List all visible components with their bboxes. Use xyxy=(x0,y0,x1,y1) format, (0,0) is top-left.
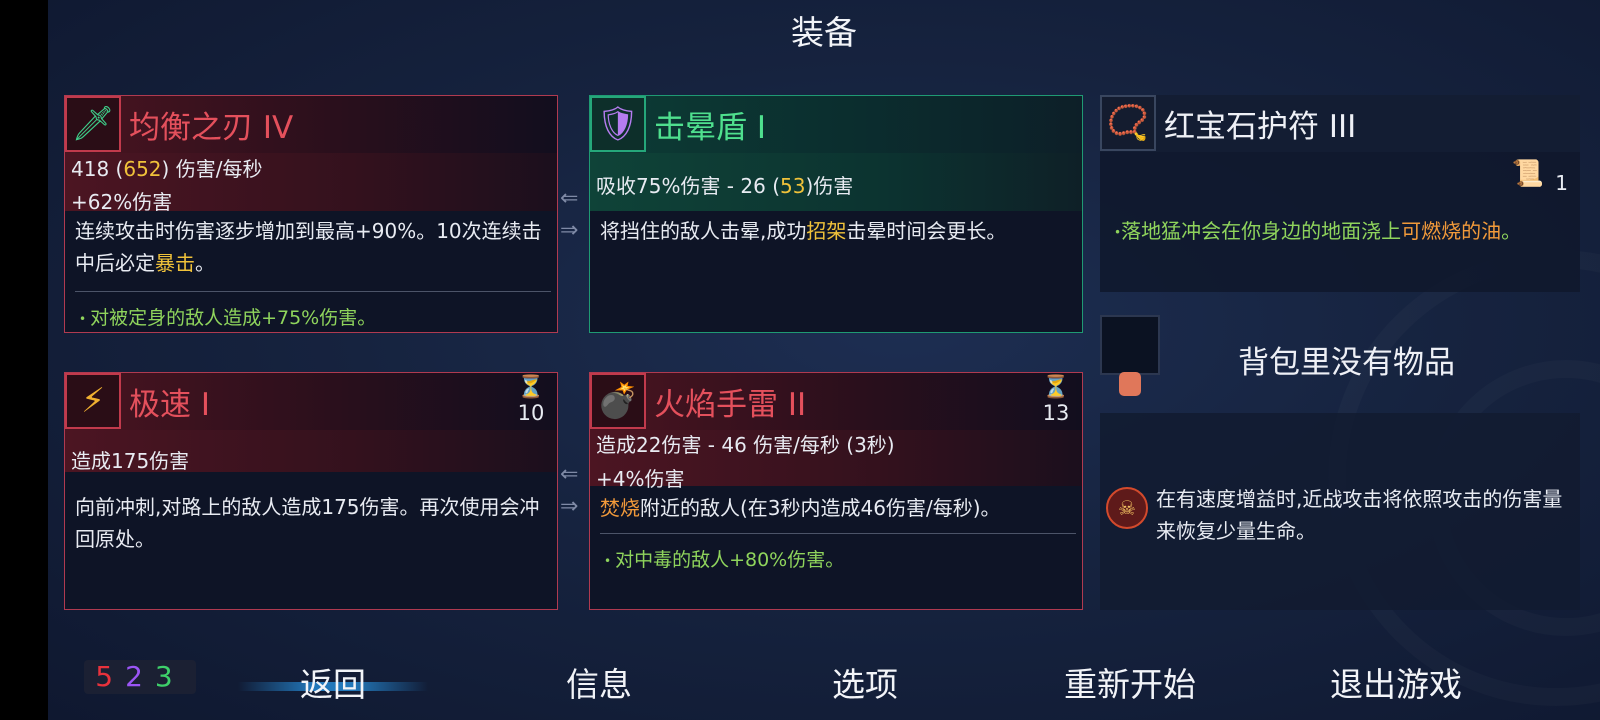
divider xyxy=(75,291,551,292)
blade-icon: 🗡 xyxy=(65,96,121,152)
arrow-left-icon: ⇐ xyxy=(560,186,579,211)
quit-button[interactable]: 退出游戏 xyxy=(1330,658,1462,706)
brutality-count: 5 xyxy=(95,660,126,693)
item-card-stun-shield[interactable]: 🛡 击晕盾 I 吸收75%伤害 - 26 (53)伤害 将挡住的敌人击晕,成功招… xyxy=(589,95,1083,333)
backpack-icon xyxy=(1119,372,1141,396)
mutation-description: 在有速度增益时,近战攻击将依照攻击的伤害量来恢复少量生命。 xyxy=(1156,487,1563,543)
item-card-ruby-amulet[interactable]: 📿 红宝石护符 III 📜 1 •落地猛冲会在你身边的地面浇上可燃烧的油。 xyxy=(1100,95,1580,292)
damage-bonus: +4%伤害 xyxy=(596,467,685,491)
item-card-fire-grenade[interactable]: 💣 火焰手雷 II ⏳ 13 造成22伤害 - 46 伤害/每秒 (3秒) +4… xyxy=(589,372,1083,610)
desc-text: 。 xyxy=(1501,219,1522,243)
scroll-count: 1 xyxy=(1555,171,1568,195)
scroll-icon: 📜 xyxy=(1511,159,1544,189)
desc-text: 。 xyxy=(195,251,215,275)
game-screen: 装备 🗡 均衡之刃 IV 418 (652) 伤害/每秒 +62%伤害 连续攻击… xyxy=(48,0,1600,720)
item-description: 焚烧附近的敌人(在3秒内造成46伤害/每秒)。 xyxy=(600,492,1072,524)
amulet-icon: 📿 xyxy=(1100,95,1156,151)
cooldown-value: 10 xyxy=(517,401,545,425)
backpack-slot[interactable] xyxy=(1100,315,1160,375)
scroll-stats-counter: 523 xyxy=(84,660,196,694)
item-description: 连续攻击时伤害逐步增加到最高+90%。10次连续击中后必定暴击。 xyxy=(75,215,547,279)
restart-button[interactable]: 重新开始 xyxy=(1064,658,1196,706)
tactics-count: 2 xyxy=(125,660,155,693)
back-button[interactable]: 返回 xyxy=(238,658,428,706)
item-bonus: 对中毒的敌人+80%伤害。 xyxy=(604,545,844,572)
speed-icon: ⚡ xyxy=(65,373,121,429)
stat-boost: 53 xyxy=(780,174,806,198)
info-button[interactable]: 信息 xyxy=(566,658,632,706)
desc-keyword: 暴击 xyxy=(155,251,195,275)
backpack-empty-text: 背包里没有物品 xyxy=(1238,345,1455,381)
item-stat: 吸收75%伤害 - 26 (53)伤害 xyxy=(596,170,853,199)
desc-keyword: 可燃烧的油 xyxy=(1401,219,1502,243)
hourglass-icon: ⏳ xyxy=(1042,375,1070,400)
page-title: 装备 xyxy=(791,13,857,52)
item-description: •落地猛冲会在你身边的地面浇上可燃烧的油。 xyxy=(1114,215,1572,249)
stat-text: 吸收75%伤害 - 26 ( xyxy=(596,174,780,198)
cooldown: ⏳ 13 xyxy=(1036,375,1076,425)
item-stat: 造成22伤害 - 46 伤害/每秒 (3秒) xyxy=(596,433,895,457)
dps-boost: 652 xyxy=(123,157,162,181)
stat-text: )伤害 xyxy=(805,174,854,198)
dps-base: 418 xyxy=(71,157,110,181)
item-name: 极速 I xyxy=(129,387,210,423)
damage-bonus: +62%伤害 xyxy=(71,190,173,214)
shield-icon: 🛡 xyxy=(590,96,646,152)
arrow-left-icon: ⇐ xyxy=(560,462,579,487)
item-card-speed[interactable]: ⚡ 极速 I ⏳ 10 造成175伤害 向前冲刺,对路上的敌人造成175伤害。再… xyxy=(64,372,558,610)
item-name: 火焰手雷 II xyxy=(654,387,807,423)
dps-unit: 伤害/每秒 xyxy=(175,157,263,181)
divider xyxy=(600,533,1076,534)
item-description: 向前冲刺,对路上的敌人造成175伤害。再次使用会冲回原处。 xyxy=(75,495,540,551)
mutation-panel[interactable]: ☠ 在有速度增益时,近战攻击将依照攻击的伤害量来恢复少量生命。 xyxy=(1100,413,1580,610)
survival-count: 3 xyxy=(154,660,185,693)
desc-keyword: 焚烧 xyxy=(600,496,640,520)
desc-text: 击晕时间会更长。 xyxy=(846,219,1007,243)
cooldown-value: 13 xyxy=(1042,401,1070,425)
desc-text: 将挡住的敌人击晕,成功 xyxy=(600,219,807,243)
hourglass-icon: ⏳ xyxy=(517,375,545,400)
grenade-icon: 💣 xyxy=(590,373,646,429)
item-name: 击晕盾 I xyxy=(654,110,766,146)
arrow-right-icon: ⇒ xyxy=(560,494,579,519)
desc-text: 落地猛冲会在你身边的地面浇上 xyxy=(1121,219,1402,243)
item-card-balanced-blade[interactable]: 🗡 均衡之刃 IV 418 (652) 伤害/每秒 +62%伤害 连续攻击时伤害… xyxy=(64,95,558,333)
desc-keyword: 招架 xyxy=(806,219,847,243)
item-bonus: 对被定身的敌人造成+75%伤害。 xyxy=(79,303,376,330)
item-stat: 造成175伤害 xyxy=(71,449,190,473)
options-button[interactable]: 选项 xyxy=(832,658,898,706)
desc-text: 连续攻击时伤害逐步增加到最高+90%。10次连续击中后必定 xyxy=(75,219,542,275)
item-dps: 418 (652) 伤害/每秒 xyxy=(71,157,263,181)
item-name: 红宝石护符 III xyxy=(1164,109,1357,145)
mutation-icon: ☠ xyxy=(1106,487,1148,529)
item-name: 均衡之刃 IV xyxy=(129,110,294,146)
item-description: 将挡住的敌人击晕,成功招架击晕时间会更长。 xyxy=(600,215,1072,247)
cooldown: ⏳ 10 xyxy=(511,375,551,425)
arrow-right-icon: ⇒ xyxy=(560,218,579,243)
desc-text: 附近的敌人(在3秒内造成46伤害/每秒)。 xyxy=(640,496,1001,520)
